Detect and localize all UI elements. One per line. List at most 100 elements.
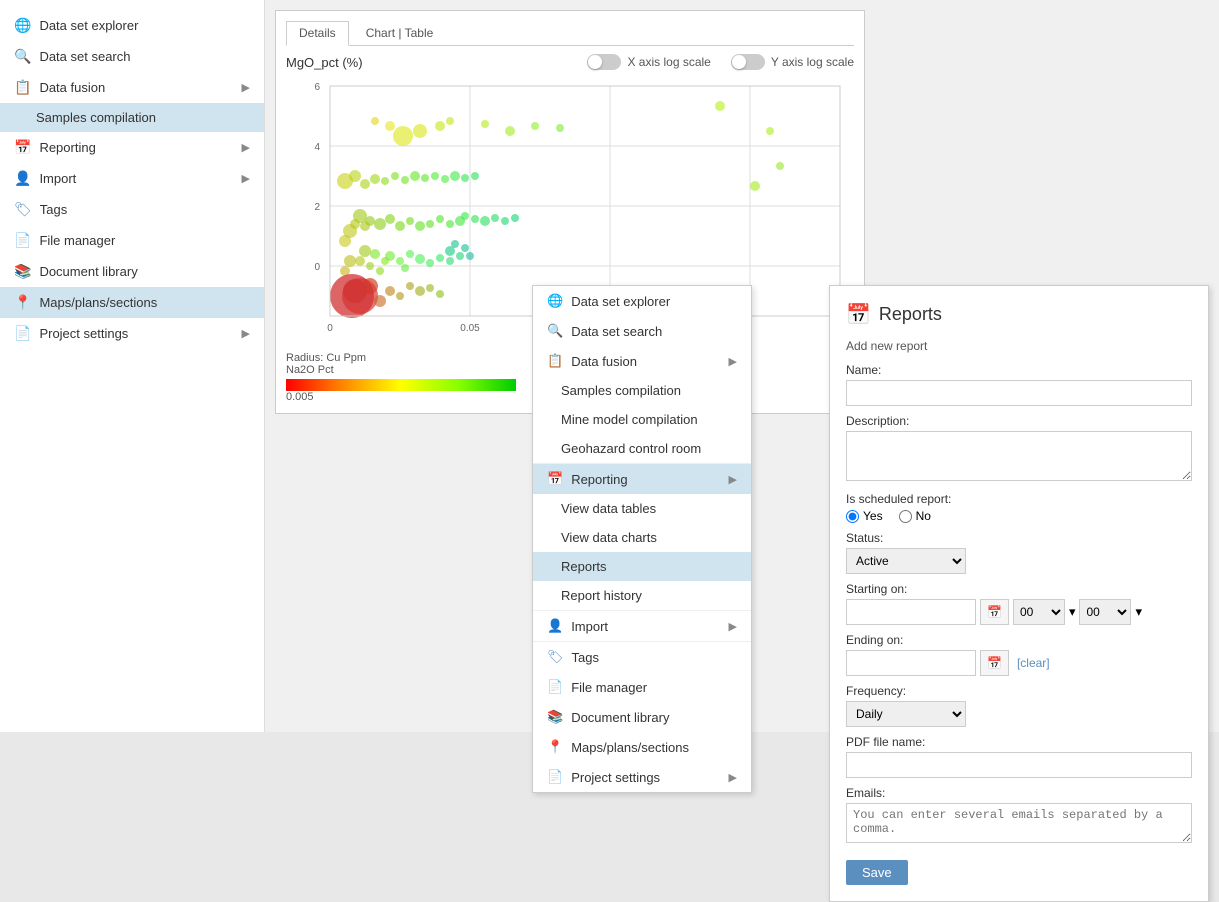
doc-icon: 📄 (14, 325, 31, 342)
name-label: Name: (846, 363, 1192, 377)
sidebar-item-data-set-search[interactable]: 🔍 Data set search (0, 41, 264, 72)
frequency-select[interactable]: Daily Weekly Monthly (846, 701, 966, 727)
calendar-big-icon: 📅 (846, 302, 871, 327)
starting-minute-select[interactable]: 00 (1079, 599, 1131, 625)
starting-date-input[interactable] (846, 599, 976, 625)
clipboard-icon: 📋 (14, 79, 31, 96)
ending-date-input[interactable] (846, 650, 976, 676)
sidebar-item-data-set-explorer[interactable]: 🌐 Data set explorer (0, 10, 264, 41)
emails-row: Emails: (846, 786, 1192, 846)
description-textarea[interactable] (846, 431, 1192, 481)
sidebar-item-maps-plans-sections[interactable]: 📍 Maps/plans/sections (0, 287, 264, 318)
dropdown-item-geohazard-control-room[interactable]: Geohazard control room (533, 434, 751, 463)
tab-chart-table[interactable]: Chart | Table (353, 21, 447, 45)
book-icon: 📚 (14, 263, 31, 280)
dropdown-item-data-set-explorer[interactable]: 🌐 Data set explorer (533, 286, 751, 316)
ending-on-controls: 📅 [clear] (846, 650, 1192, 676)
name-row: Name: (846, 363, 1192, 406)
starting-date-picker-button[interactable]: 📅 (980, 599, 1009, 625)
svg-text:2: 2 (314, 202, 320, 213)
name-input[interactable] (846, 380, 1192, 406)
starting-on-row: Starting on: 📅 00 ▾ 00 ▾ (846, 582, 1192, 625)
sidebar-item-tags[interactable]: 🏷 Tags (0, 194, 264, 225)
status-label: Status: (846, 531, 1192, 545)
reports-panel: 📅 Reports Add new report Name: Descripti… (829, 285, 1209, 902)
no-radio[interactable] (899, 510, 912, 523)
dropdown-item-data-set-search[interactable]: 🔍 Data set search (533, 316, 751, 346)
dropdown-item-file-manager[interactable]: 📄 File manager (533, 672, 751, 702)
no-radio-label[interactable]: No (899, 509, 931, 523)
sidebar-item-file-manager[interactable]: 📄 File manager (0, 225, 264, 256)
reports-title: Reports (879, 304, 942, 325)
calendar-icon: 📅 (14, 139, 31, 156)
dropdown-item-maps-plans-sections[interactable]: 📍 Maps/plans/sections (533, 732, 751, 762)
sidebar-item-import[interactable]: 👤 Import ▶ (0, 163, 264, 194)
dropdown-item-project-settings[interactable]: 📄 Project settings ▶ (533, 762, 751, 792)
dropdown-item-view-data-tables[interactable]: View data tables (533, 494, 751, 523)
svg-text:0: 0 (314, 262, 320, 273)
svg-text:4: 4 (314, 142, 320, 153)
chevron-right-icon: ▶ (242, 172, 250, 185)
sidebar-item-data-fusion[interactable]: 📋 Data fusion ▶ (0, 72, 264, 103)
sidebar-item-reporting[interactable]: 📅 Reporting ▶ (0, 132, 264, 163)
x-axis-control: X axis log scale (587, 54, 710, 70)
chevron-right-icon: ▶ (729, 620, 737, 633)
x-axis-toggle[interactable] (587, 54, 621, 70)
tab-details[interactable]: Details (286, 21, 349, 46)
tag-icon: 🏷 (14, 201, 32, 218)
dropdown-item-mine-model-compilation[interactable]: Mine model compilation (533, 405, 751, 434)
chevron-right-icon: ▶ (242, 141, 250, 154)
sidebar: 🌐 Data set explorer 🔍 Data set search 📋 … (0, 0, 265, 732)
pdf-file-name-label: PDF file name: (846, 735, 1192, 749)
yes-radio-label[interactable]: Yes (846, 509, 883, 523)
y-axis-control: Y axis log scale (731, 54, 854, 70)
starting-hour-select[interactable]: 00 (1013, 599, 1065, 625)
dropdown-item-report-history[interactable]: Report history (533, 581, 751, 610)
calendar-icon: 📅 (547, 471, 563, 487)
globe-icon: 🌐 (14, 17, 31, 34)
add-new-report-label: Add new report (846, 339, 1192, 353)
reports-header: 📅 Reports (846, 302, 1192, 327)
file-icon: 📄 (547, 679, 563, 695)
dropdown-item-import[interactable]: 👤 Import ▶ (533, 611, 751, 641)
book-icon: 📚 (547, 709, 563, 725)
description-label: Description: (846, 414, 1192, 428)
emails-textarea[interactable] (846, 803, 1192, 843)
dropdown-item-tags[interactable]: 🏷 Tags (533, 642, 751, 672)
pin-icon: 📍 (547, 739, 563, 755)
sidebar-item-project-settings[interactable]: 📄 Project settings ▶ (0, 318, 264, 349)
ending-date-picker-button[interactable]: 📅 (980, 650, 1009, 676)
clear-link[interactable]: [clear] (1017, 656, 1050, 670)
dropdown-item-document-library[interactable]: 📚 Document library (533, 702, 751, 732)
frequency-row: Frequency: Daily Weekly Monthly (846, 684, 1192, 727)
pin-icon: 📍 (14, 294, 31, 311)
svg-text:0.05: 0.05 (460, 323, 480, 334)
chevron-right-icon: ▶ (242, 81, 250, 94)
dropdown-item-reporting[interactable]: 📅 Reporting ▶ (533, 464, 751, 494)
chevron-right-icon: ▶ (729, 771, 737, 784)
dropdown-item-data-fusion[interactable]: 📋 Data fusion ▶ (533, 346, 751, 376)
dropdown-item-reports[interactable]: Reports (533, 552, 751, 581)
yes-radio[interactable] (846, 510, 859, 523)
sidebar-item-document-library[interactable]: 📚 Document library (0, 256, 264, 287)
ending-on-label: Ending on: (846, 633, 1192, 647)
description-row: Description: (846, 414, 1192, 484)
chart-tabs: Details Chart | Table (286, 21, 854, 46)
pdf-file-name-input[interactable] (846, 752, 1192, 778)
sidebar-item-samples-compilation[interactable]: Samples compilation (0, 103, 264, 132)
is-scheduled-row: Is scheduled report: Yes No (846, 492, 1192, 523)
save-button[interactable]: Save (846, 860, 908, 885)
svg-text:0: 0 (327, 323, 333, 334)
y-axis-toggle[interactable] (731, 54, 765, 70)
is-scheduled-label: Is scheduled report: (846, 492, 1192, 506)
dropdown-item-samples-compilation[interactable]: Samples compilation (533, 376, 751, 405)
person-icon: 👤 (14, 170, 31, 187)
status-select[interactable]: Active Inactive (846, 548, 966, 574)
frequency-label: Frequency: (846, 684, 1192, 698)
y-axis-label: Y axis log scale (771, 55, 854, 69)
emails-label: Emails: (846, 786, 1192, 800)
chevron-right-icon: ▶ (729, 355, 737, 368)
file-icon: 📄 (14, 232, 31, 249)
dropdown-item-view-data-charts[interactable]: View data charts (533, 523, 751, 552)
x-axis-label: X axis log scale (627, 55, 710, 69)
